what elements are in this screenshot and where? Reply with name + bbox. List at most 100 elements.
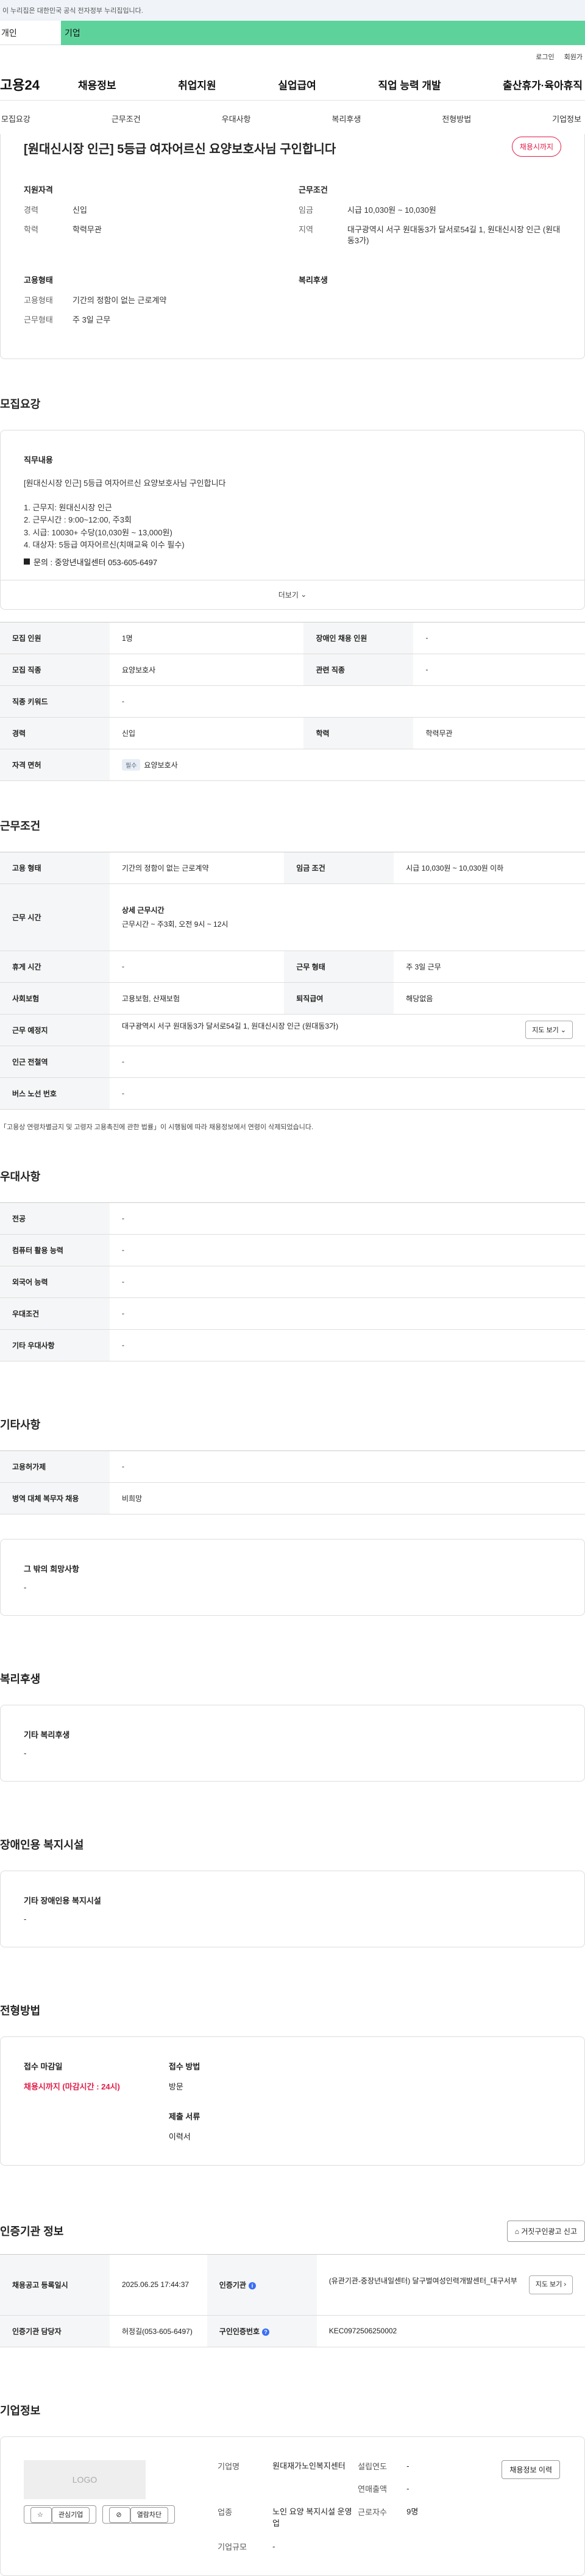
co-label: 업종 xyxy=(218,2507,233,2517)
table-row: 병역 대체 복무자 채용 비희망 xyxy=(0,1482,585,1515)
disability-box-heading: 기타 장애인용 복지시설 xyxy=(24,1896,101,1905)
cell-value: - xyxy=(110,1450,585,1483)
cond-value: 시급 10,030원 ~ 10,030원 xyxy=(347,205,436,215)
map-button[interactable]: 지도 보기 ⌄ xyxy=(525,1021,573,1040)
table-row: 버스 노선 번호 - xyxy=(0,1077,585,1110)
cell-value: 대구광역시 서구 원대동3가 달서로54길 1, 원대신시장 인근 (원대동3가… xyxy=(110,1014,585,1046)
cell-head: 장애인 채용 인원 xyxy=(303,622,414,654)
report-button[interactable]: ⌂ 거짓구인광고 신고 xyxy=(506,2220,585,2242)
fav-button[interactable]: ☆ 관심기업 xyxy=(24,2505,97,2524)
license-value: 요양보호사 xyxy=(144,760,178,769)
section-tabs: 모집요강 근무조건 우대사항 복리후생 전형방법 기업정보 xyxy=(0,100,585,137)
cell-value: - xyxy=(413,622,585,654)
cell-value: 해당없음 xyxy=(394,982,585,1015)
cond-label: 임금 xyxy=(299,205,313,215)
gnb-maternity-leave[interactable]: 출산휴가·육아휴직 xyxy=(503,77,583,92)
apply-deadline-value: 채용시까지 (마감시간 : 24시) xyxy=(24,2082,120,2091)
co-label: 설립연도 xyxy=(358,2461,388,2471)
gnb-vocational-training[interactable]: 직업 능력 개발 xyxy=(378,77,441,92)
table-row: 컴퓨터 활용 능력 - xyxy=(0,1234,585,1266)
cell-head: 고용 형태 xyxy=(0,852,110,884)
table-row: 고용허가제 - xyxy=(0,1450,585,1483)
cell-value: 기간의 정함이 없는 근로계약 xyxy=(110,852,285,884)
qual-value: 신입 xyxy=(73,205,87,215)
tab-company[interactable]: 기업정보 xyxy=(552,113,581,124)
block-icon: ⊘ xyxy=(109,2506,130,2523)
qual-label: 학력 xyxy=(24,225,38,235)
tab-person[interactable]: 개인 xyxy=(0,21,61,45)
table-row: 우대조건 - xyxy=(0,1297,585,1330)
cell-head: 구인인증번호? xyxy=(207,2315,317,2347)
org-head: 인증기관 xyxy=(219,2280,246,2289)
place-value: 대구광역시 서구 원대동3가 달서로54길 1, 원대신시장 인근 (원대동3가… xyxy=(122,1022,339,1031)
cell-value: - xyxy=(110,1077,585,1110)
cert-map-label: 지도 보기 xyxy=(535,2281,562,2289)
no-head: 구인인증번호 xyxy=(219,2327,260,2336)
tab-company[interactable]: 기업 xyxy=(61,21,585,45)
tab-recruit[interactable]: 모집요강 xyxy=(1,113,30,124)
join-link[interactable]: 회원가 xyxy=(564,52,583,62)
cell-head: 자격 면허 xyxy=(0,749,110,781)
cert-title: 인증기관 정보 xyxy=(0,2225,64,2238)
time-value: 근무시간 ~ 주3회, 오전 9시 ~ 12시 xyxy=(122,920,229,929)
gnb-unemployment-benefit[interactable]: 실업급여 xyxy=(278,77,316,92)
pref-table: 전공 - 컴퓨터 활용 능력 - 외국어 능력 - 우대조건 - 기타 우대사항 - xyxy=(0,1202,585,1361)
co-label: 근로자수 xyxy=(358,2507,388,2517)
chevron-down-icon: ⌄ xyxy=(298,590,307,599)
tab-pref[interactable]: 우대사항 xyxy=(222,113,251,124)
apply-doc-heading: 제출 서류 xyxy=(168,2111,200,2121)
cond-heading: 근무조건 xyxy=(299,185,328,194)
cell-value: 시급 10,030원 ~ 10,030원 이하 xyxy=(394,852,585,884)
block-button[interactable]: ⊘ 열람차단 xyxy=(102,2505,176,2524)
report-icon: ⌂ xyxy=(514,2227,522,2236)
age-note: 「고용상 연령차별금지 및 고령자 고용촉진에 관한 법률」이 시행됨에 따라 … xyxy=(0,1123,314,1131)
emp-label: 근무형태 xyxy=(24,315,53,324)
audience-switch: 개인 기업 xyxy=(0,21,585,45)
table-row: 외국어 능력 - xyxy=(0,1266,585,1298)
company-logo: LOGO xyxy=(24,2460,146,2499)
cell-head: 채용공고 등록일시 xyxy=(0,2254,110,2316)
cell-value: - xyxy=(110,951,285,983)
gnb-employment-support[interactable]: 취업지원 xyxy=(178,77,216,92)
login-link[interactable]: 로그인 xyxy=(536,52,554,62)
table-row: 근무 시간 상세 근무시간 근무시간 ~ 주3회, 오전 9시 ~ 12시 xyxy=(0,883,585,951)
info-icon[interactable]: ? xyxy=(262,2328,270,2336)
table-row: 휴게 시간 - 근무 형태 주 3일 근무 xyxy=(0,951,585,983)
cell-head: 관련 직종 xyxy=(303,654,414,686)
apply-box: 접수 마감일 채용시까지 (마감시간 : 24시) 접수 방법 방문 제출 서류… xyxy=(0,2036,585,2166)
required-badge: 필수 xyxy=(122,758,141,771)
qual-heading: 지원자격 xyxy=(24,185,53,194)
map-label: 지도 보기 xyxy=(532,1027,559,1035)
hire-history-button[interactable]: 채용정보 이력 xyxy=(502,2460,560,2479)
etc-table: 고용허가제 - 병역 대체 복무자 채용 비희망 xyxy=(0,1450,585,1515)
cell-head: 사회보험 xyxy=(0,982,110,1015)
emp-heading: 고용형태 xyxy=(24,275,53,285)
more-button[interactable]: 더보기 ⌄ xyxy=(1,579,584,609)
cell-head: 근무 예정지 xyxy=(0,1014,110,1046)
site-logo[interactable]: 고용24 xyxy=(0,74,78,94)
contact-text: 문의 : 중앙년내일센터 053-605-6497 xyxy=(34,557,158,567)
company-title: 기업정보 xyxy=(0,2404,41,2417)
cert-map-button[interactable]: 지도 보기 › xyxy=(528,2275,573,2294)
etc-wish-box: 그 밖의 희망사항 - xyxy=(0,1538,585,1616)
tab-apply[interactable]: 전형방법 xyxy=(442,113,471,124)
work-table: 고용 형태 기간의 정함이 없는 근로계약 임금 조건 시급 10,030원 ~ 10… xyxy=(0,851,585,1110)
cond-label: 지역 xyxy=(299,225,313,235)
duty-box: 직무내용 [원대신시장 인근] 5등급 여자어르신 요양보호사님 구인합니다 1… xyxy=(0,429,585,610)
recruit-title: 모집요강 xyxy=(0,398,41,410)
gnb-jobs[interactable]: 채용정보 xyxy=(78,77,116,92)
cell-head: 컴퓨터 활용 능력 xyxy=(0,1234,110,1266)
emp-value: 기간의 정함이 없는 근로계약 xyxy=(73,295,167,305)
cell-head: 병역 대체 복무자 채용 xyxy=(0,1482,110,1515)
info-icon[interactable]: i xyxy=(248,2282,256,2289)
cell-value: KEC0972506250002 xyxy=(316,2315,585,2347)
table-row: 자격 면허 필수 요양보호사 xyxy=(0,749,585,781)
emp-value: 주 3일 근무 xyxy=(73,315,111,324)
tab-work[interactable]: 근무조건 xyxy=(112,113,141,124)
cell-head: 휴게 시간 xyxy=(0,951,110,983)
tab-welfare[interactable]: 복리후생 xyxy=(332,113,361,124)
cell-value: - xyxy=(110,685,585,718)
report-label: 거짓구인광고 신고 xyxy=(521,2227,577,2236)
welfare-box-heading: 기타 복리후생 xyxy=(24,1730,70,1739)
org-value: (유관기관-중장년내일센터) 달구벌여성인력개발센터_대구서부 xyxy=(328,2277,517,2286)
